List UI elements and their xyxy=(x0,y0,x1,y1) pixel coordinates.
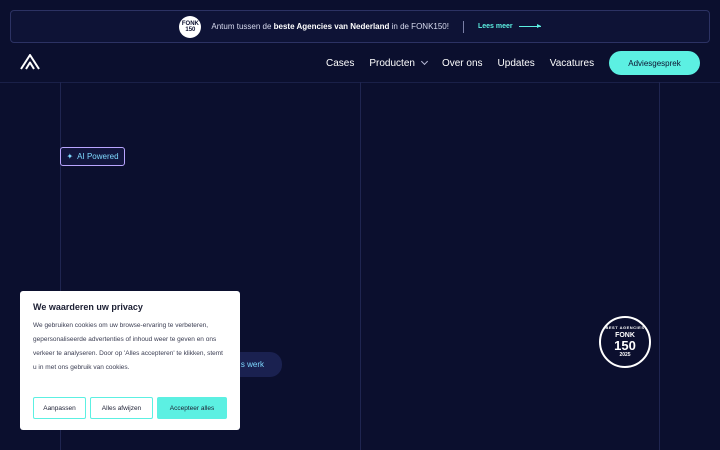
fonk150-badge-icon: FONK 150 xyxy=(179,15,202,38)
nav-item-over-ons[interactable]: Over ons xyxy=(442,58,483,69)
grid-line xyxy=(360,82,361,450)
cta-label: Adviesgesprek xyxy=(628,58,681,68)
nav-item-updates[interactable]: Updates xyxy=(498,58,535,69)
badge-number: 150 xyxy=(185,26,196,33)
read-more-link[interactable]: Lees meer xyxy=(478,23,541,30)
read-more-label: Lees meer xyxy=(477,23,513,30)
customize-button[interactable]: Aanpassen xyxy=(33,397,86,419)
announcement-separator xyxy=(462,20,464,33)
award-top-text: BEST AGENCIES xyxy=(605,325,645,330)
announcement-text-bold: beste Agencies van Nederland xyxy=(273,22,390,31)
nav-item-label: Updates xyxy=(497,57,535,69)
ai-badge-label: AI Powered xyxy=(77,152,119,161)
main-nav: Cases Producten Over ons Updates Vacatur… xyxy=(326,52,609,74)
announcement-text-prefix: Antum tussen de xyxy=(211,22,274,31)
award-number: 150 xyxy=(614,338,636,353)
announcement-text: Antum tussen de beste Agencies van Neder… xyxy=(211,22,449,31)
nav-item-label: Over ons xyxy=(441,57,483,69)
ai-powered-badge: ✦ AI Powered xyxy=(60,147,125,166)
announcement-text-suffix: in de FONK150! xyxy=(389,22,449,31)
hero-button-label: s werk xyxy=(240,360,264,369)
announcement-bar: FONK 150 Antum tussen de beste Agencies v… xyxy=(10,10,710,43)
brand-logo-icon[interactable] xyxy=(20,54,40,70)
cookie-body: We gebruiken cookies om uw browse-ervari… xyxy=(33,322,223,371)
cookie-buttons: Aanpassen Alles afwijzen Accepteer alles xyxy=(33,397,227,419)
chevron-down-icon xyxy=(420,57,428,66)
arrow-right-icon xyxy=(518,24,541,28)
adviesgesprek-button[interactable]: Adviesgesprek xyxy=(609,51,700,75)
cookie-title: We waarderen uw privacy xyxy=(33,302,143,312)
nav-item-vacatures[interactable]: Vacatures xyxy=(550,58,594,69)
nav-item-producten[interactable]: Producten xyxy=(369,57,428,69)
cookie-consent-banner: We waarderen uw privacy We gebruiken coo… xyxy=(20,291,240,430)
award-year: 2025 xyxy=(619,352,631,358)
sparkle-icon: ✦ xyxy=(66,152,74,161)
reject-all-button[interactable]: Alles afwijzen xyxy=(90,397,153,419)
nav-item-label: Producten xyxy=(369,57,415,69)
nav-item-label: Cases xyxy=(326,57,355,69)
accept-all-button[interactable]: Accepteer alles xyxy=(157,397,227,419)
grid-line xyxy=(659,82,660,450)
nav-item-cases[interactable]: Cases xyxy=(326,58,354,69)
fonk150-award-badge: BEST AGENCIES FONK 150 2025 xyxy=(599,316,651,368)
nav-item-label: Vacatures xyxy=(549,57,595,69)
